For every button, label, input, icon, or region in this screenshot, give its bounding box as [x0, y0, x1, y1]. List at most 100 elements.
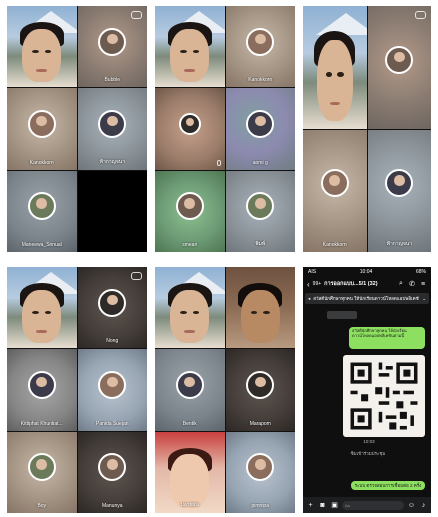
video-call-screen-5: Bentik Marapom ปลายฝน pimnipa	[155, 267, 295, 513]
camera-icon[interactable]: ◙	[318, 502, 327, 509]
participant-tile[interactable]	[367, 6, 431, 129]
participant-name: Kittiphat Khuntiat...	[20, 420, 63, 427]
empty-tile	[77, 170, 147, 252]
participant-face	[316, 40, 353, 122]
participant-tile[interactable]: Panida Suejan	[77, 349, 147, 431]
participant-name: Panida Suejan	[95, 420, 129, 427]
message-preview[interactable]	[327, 311, 357, 319]
participant-name: smean	[182, 242, 198, 248]
participant-name: Bentik	[182, 420, 197, 427]
battery: 68%	[415, 269, 426, 275]
camera-icon[interactable]	[131, 272, 142, 280]
image-icon[interactable]: ▣	[330, 501, 339, 509]
message-input-bar: + ◙ ▣ Aa ☺ ♪	[303, 497, 431, 513]
chat-title[interactable]: การออกแบบ...5/1 (32)	[324, 280, 394, 288]
announcement-text: สวัสดีนักศึกษาทุกคน ให้นักเรียนดาวน์โหลด…	[313, 296, 420, 301]
avatar	[98, 288, 127, 317]
avatar	[98, 27, 127, 56]
participant-video-tile[interactable]	[225, 267, 295, 349]
avatar	[246, 453, 275, 482]
participant-tile[interactable]: aomi g	[225, 88, 295, 170]
participant-tile[interactable]: ฟ้ากาญจนา	[77, 88, 147, 170]
participant-face	[170, 28, 210, 83]
camera-icon[interactable]	[415, 11, 426, 19]
back-icon[interactable]: ‹	[307, 280, 310, 289]
self-video-tile[interactable]	[155, 267, 225, 349]
participant-tile[interactable]: Boy	[7, 431, 77, 513]
emoji-icon[interactable]: ☺	[407, 502, 416, 509]
participant-name: Manunya	[101, 503, 123, 509]
participant-video-tile[interactable]: ปลายฝน	[155, 431, 225, 513]
status-bar: AIS 10:04 68%	[303, 267, 431, 277]
qr-code-image[interactable]	[343, 355, 425, 437]
avatar	[27, 110, 56, 139]
self-video-tile[interactable]	[7, 6, 77, 88]
self-video-tile[interactable]	[155, 6, 225, 88]
participant-name: Boy	[37, 503, 47, 509]
video-call-screen-2: Kanokkorn aomi g smean พิมพ์	[155, 6, 295, 252]
chat-screen: AIS 10:04 68% ‹ 99+ การออกแบบ...5/1 (32)…	[303, 267, 431, 513]
timestamp: 10:03	[363, 439, 375, 444]
avatar	[385, 169, 414, 198]
participant-name: Nong	[106, 338, 119, 345]
participant-tile[interactable]: พิมพ์	[225, 170, 295, 252]
participant-tile[interactable]: Kittiphat Khuntiat...	[7, 349, 77, 431]
participant-tile[interactable]: ฟ้ากาญจนา	[367, 129, 431, 252]
clock: 10:04	[359, 269, 373, 275]
participant-tile[interactable]: Bubble	[77, 6, 147, 88]
chat-header: ‹ 99+ การออกแบบ...5/1 (32) ⌕ ✆ ≡	[303, 277, 431, 291]
mic-icon[interactable]: ♪	[419, 502, 428, 509]
carrier: AIS	[308, 269, 317, 275]
self-video-tile[interactable]	[7, 267, 77, 349]
participant-tile[interactable]: Kanokkorn	[303, 129, 367, 252]
outgoing-message[interactable]: ระบบ ตรวจสอบการเชื่อมต่อ 2 ครั้ง	[351, 481, 425, 490]
avatar	[98, 110, 127, 139]
avatar	[320, 169, 349, 198]
participant-name: Kanokkorn	[322, 242, 347, 248]
avatar	[175, 371, 204, 400]
participant-tile[interactable]: Maneewa_Srinual	[7, 170, 77, 252]
participant-face	[22, 28, 62, 83]
participant-tile[interactable]	[155, 88, 225, 170]
mic-icon[interactable]	[216, 159, 221, 166]
unread-badge: 99+	[312, 281, 322, 287]
video-call-screen-3: Kanokkorn ฟ้ากาญจนา	[303, 6, 431, 252]
participant-tile[interactable]: smean	[155, 170, 225, 252]
participant-tile[interactable]: Manunya	[77, 431, 147, 513]
self-video-tile[interactable]	[303, 6, 367, 129]
avatar	[246, 110, 275, 139]
participant-tile[interactable]: Nong	[77, 267, 147, 349]
participant-tile[interactable]: Kanokkorn	[7, 88, 77, 170]
phone-icon[interactable]: ✆	[408, 280, 416, 288]
participant-name: ปลายฝน	[180, 502, 199, 508]
participant-name: aomi g	[252, 159, 268, 166]
avatar	[27, 371, 56, 400]
search-icon[interactable]: ⌕	[397, 280, 405, 288]
participant-tile[interactable]: Marapom	[225, 349, 295, 431]
video-call-screen-1: Bubble Kanokkorn ฟ้ากาญจนา Maneewa_Srinu…	[7, 6, 147, 252]
message-input[interactable]: Aa	[342, 500, 404, 510]
plus-icon[interactable]: +	[306, 502, 315, 509]
participant-face	[240, 289, 280, 344]
avatar	[98, 453, 127, 482]
avatar	[175, 192, 204, 221]
avatar	[98, 371, 127, 400]
participant-name: Maneewa_Srinual	[21, 242, 62, 248]
participant-name: Marapom	[249, 420, 271, 427]
participant-tile[interactable]: pimnipa	[225, 431, 295, 513]
video-call-screen-4: Nong Kittiphat Khuntiat... Panida Suejan…	[7, 267, 147, 513]
announcement-bar[interactable]: ◂ สวัสดีนักศึกษาทุกคน ให้นักเรียนดาวน์โห…	[305, 293, 429, 304]
menu-icon[interactable]: ≡	[419, 281, 427, 288]
outgoing-message[interactable]: สวัสดีนักศึกษาทุกคน ให้นักเรียนดาวน์โหลด…	[349, 327, 425, 349]
avatar	[27, 192, 56, 221]
participant-tile[interactable]: Kanokkorn	[225, 6, 295, 88]
megaphone-icon: ◂	[308, 295, 311, 301]
avatar	[246, 27, 275, 56]
camera-icon[interactable]	[131, 11, 142, 19]
avatar	[246, 192, 275, 221]
participant-tile[interactable]: Bentik	[155, 349, 225, 431]
chevron-down-icon[interactable]: ⌄	[422, 296, 426, 302]
participant-name: ฟ้ากาญจนา	[386, 241, 413, 247]
participant-name: pimnipa	[251, 503, 269, 509]
system-message: ซิมเข้าร่วมประชุม	[350, 451, 386, 456]
